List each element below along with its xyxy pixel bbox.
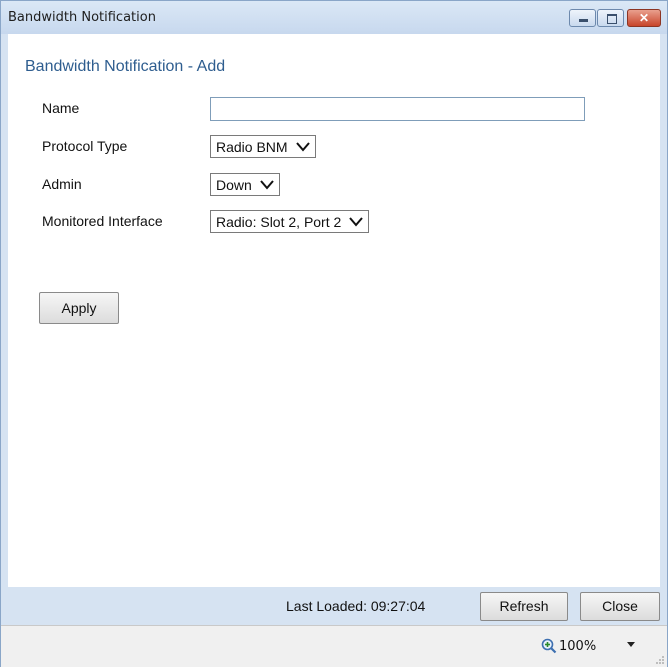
admin-select[interactable]: Down xyxy=(210,173,280,196)
dialog-window: Bandwidth Notification ✕ Bandwidth Notif… xyxy=(0,0,668,667)
monitored-interface-label: Monitored Interface xyxy=(42,213,163,229)
minimize-button[interactable] xyxy=(569,9,596,27)
zoom-in-icon xyxy=(541,638,557,654)
zoom-level: 100% xyxy=(559,638,597,654)
restore-button[interactable] xyxy=(597,9,624,27)
status-bar: 100% xyxy=(1,625,667,667)
monitored-interface-select[interactable]: Radio: Slot 2, Port 2 xyxy=(210,210,370,233)
window-title: Bandwidth Notification xyxy=(8,10,156,25)
protocol-type-select[interactable]: Radio BNM xyxy=(210,135,316,158)
close-button[interactable]: Close xyxy=(580,592,660,621)
zoom-control[interactable]: 100% xyxy=(541,638,596,654)
monitored-interface-value: Radio: Slot 2, Port 2 xyxy=(216,213,342,230)
window-controls: ✕ xyxy=(568,9,661,29)
minimize-icon xyxy=(579,19,588,22)
form-heading: Bandwidth Notification - Add xyxy=(25,58,226,75)
protocol-type-label: Protocol Type xyxy=(42,138,128,154)
name-input[interactable] xyxy=(210,97,585,121)
apply-button[interactable]: Apply xyxy=(39,292,119,324)
close-window-button[interactable]: ✕ xyxy=(627,9,661,27)
refresh-button[interactable]: Refresh xyxy=(480,592,568,621)
resize-grip-icon[interactable] xyxy=(655,655,665,665)
restore-icon xyxy=(607,14,617,24)
chevron-down-icon xyxy=(295,141,310,152)
last-loaded-text: Last Loaded: 09:27:04 xyxy=(286,598,426,614)
protocol-type-value: Radio BNM xyxy=(216,138,288,155)
name-label: Name xyxy=(42,100,80,116)
admin-value: Down xyxy=(216,176,252,193)
caret-down-icon[interactable] xyxy=(626,641,636,649)
footer-bar: Last Loaded: 09:27:04 Refresh Close xyxy=(8,587,660,625)
admin-label: Admin xyxy=(42,176,82,192)
close-icon: ✕ xyxy=(638,11,650,25)
form-panel: Bandwidth Notification - Add Name Protoc… xyxy=(8,34,660,587)
chevron-down-icon xyxy=(349,216,364,227)
title-bar[interactable]: Bandwidth Notification ✕ xyxy=(1,1,667,34)
chevron-down-icon xyxy=(260,179,274,190)
